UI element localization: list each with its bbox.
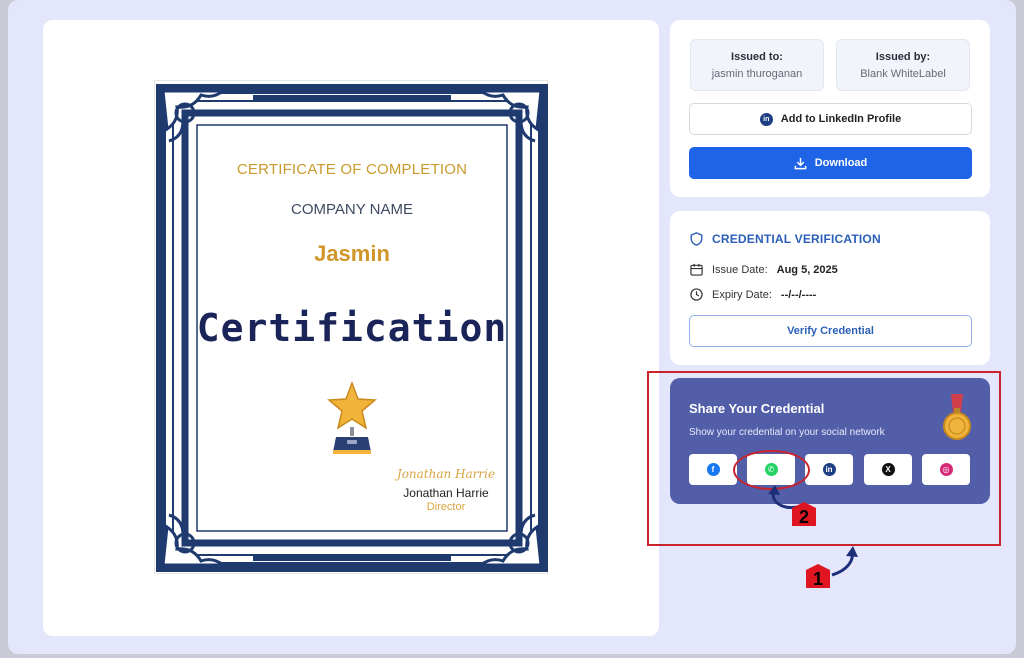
certificate-title: CERTIFICATE OF COMPLETION xyxy=(236,161,468,178)
shield-icon xyxy=(690,232,703,246)
annotation-marker-1: 1 xyxy=(806,564,830,588)
calendar-icon xyxy=(690,263,703,276)
issued-to-box: Issued to: jasmin thuroganan xyxy=(690,39,824,91)
clock-icon xyxy=(690,288,703,301)
download-button[interactable]: Download xyxy=(689,147,972,179)
certificate-heading: Certification xyxy=(196,306,508,350)
issue-date-label: Issue Date: xyxy=(712,263,768,276)
issued-to-value: jasmin thuroganan xyxy=(711,68,803,80)
issue-date-value: Aug 5, 2025 xyxy=(776,263,838,276)
issued-by-value: Blank WhiteLabel xyxy=(860,68,946,80)
share-section-highlight xyxy=(647,371,1001,546)
whatsapp-highlight xyxy=(733,450,810,490)
app-frame: CERTIFICATE OF COMPLETION COMPANY NAME J… xyxy=(8,0,1016,654)
signer-role: Director xyxy=(426,501,466,513)
issued-by-label: Issued by: xyxy=(875,51,931,63)
verify-credential-button[interactable]: Verify Credential xyxy=(689,315,972,347)
verification-title: CREDENTIAL VERIFICATION xyxy=(712,232,881,246)
verification-header: CREDENTIAL VERIFICATION xyxy=(690,232,881,246)
linkedin-icon: in xyxy=(759,112,773,126)
issued-to-label: Issued to: xyxy=(731,51,783,63)
certificate-image: CERTIFICATE OF COMPLETION COMPANY NAME J… xyxy=(154,80,548,574)
issued-by-box: Issued by: Blank WhiteLabel xyxy=(836,39,970,91)
certificate-recipient: Jasmin xyxy=(314,241,390,266)
add-to-linkedin-label: Add to LinkedIn Profile xyxy=(780,113,902,125)
signature-image: Jonathan Harrie xyxy=(396,467,496,481)
download-label: Download xyxy=(814,157,868,169)
certificate-panel: CERTIFICATE OF COMPLETION COMPANY NAME J… xyxy=(43,20,659,636)
issued-card: Issued to: jasmin thuroganan Issued by: … xyxy=(670,20,990,197)
download-icon xyxy=(794,157,807,169)
expiry-date-value: --/--/---- xyxy=(780,288,817,301)
signer-name: Jonathan Harrie xyxy=(403,486,489,500)
verification-card: CREDENTIAL VERIFICATION Issue Date: Aug … xyxy=(670,211,990,365)
issue-date-row: Issue Date: Aug 5, 2025 xyxy=(690,263,838,276)
add-to-linkedin-button[interactable]: in Add to LinkedIn Profile xyxy=(689,103,972,135)
trophy-icon xyxy=(327,381,377,454)
expiry-date-label: Expiry Date: xyxy=(712,288,772,301)
certificate-company: COMPANY NAME xyxy=(291,201,413,218)
expiry-date-row: Expiry Date: --/--/---- xyxy=(690,288,816,301)
